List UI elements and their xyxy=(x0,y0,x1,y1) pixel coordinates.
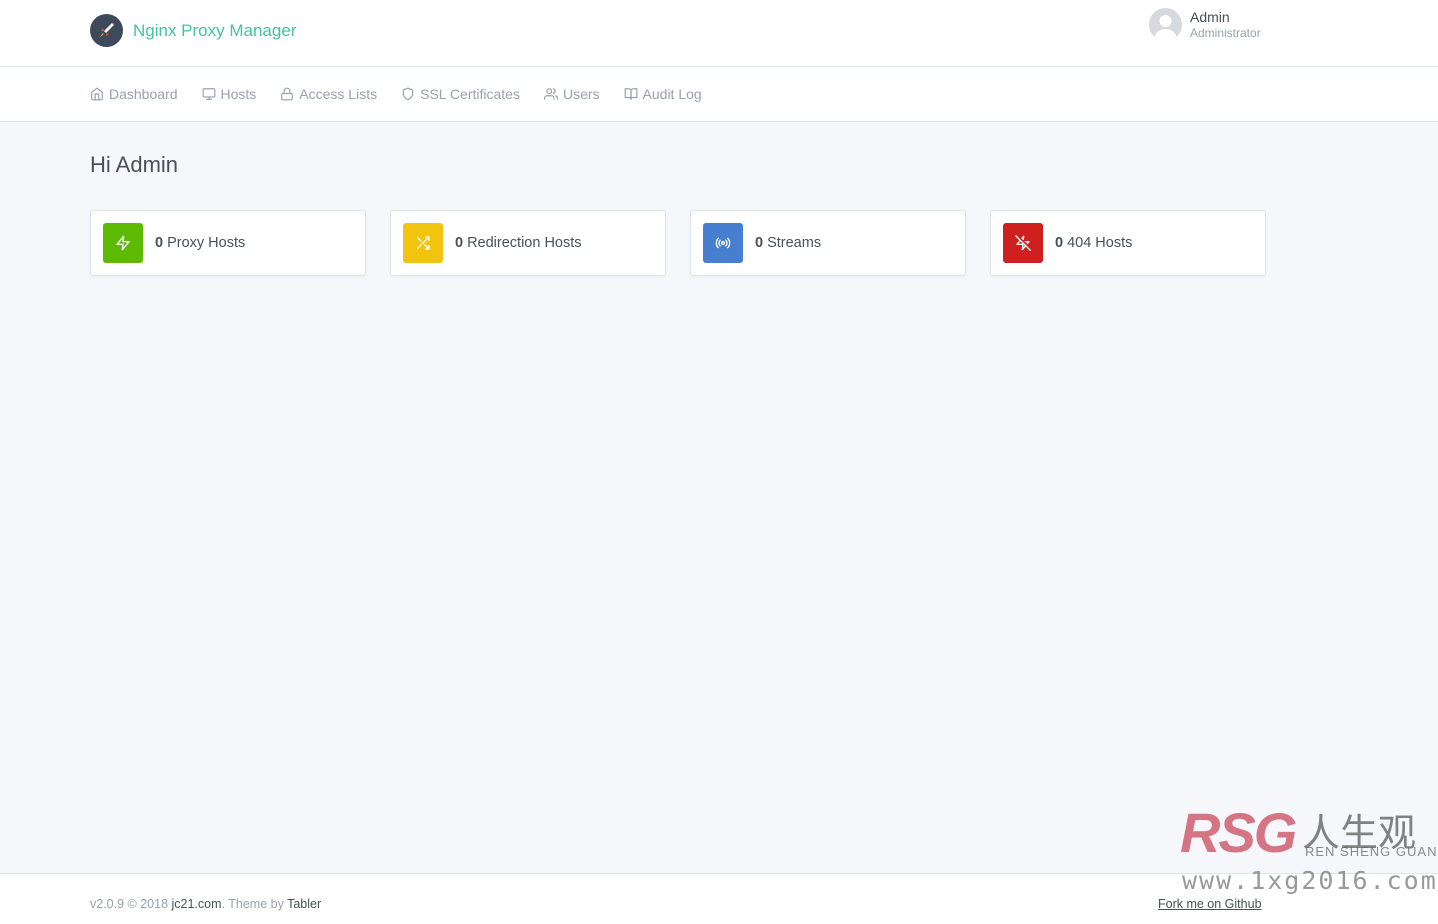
stat-card-proxy-hosts[interactable]: 0 Proxy Hosts xyxy=(90,210,366,276)
nav-item-ssl-certificates[interactable]: SSL Certificates xyxy=(401,86,520,102)
stat-count: 0 xyxy=(755,235,764,251)
nav-label-dashboard: Dashboard xyxy=(109,86,178,102)
stat-card-404-hosts[interactable]: 0 404 Hosts xyxy=(990,210,1266,276)
brand-name[interactable]: Nginx Proxy Manager xyxy=(133,21,296,41)
stat-count: 0 xyxy=(1055,235,1064,251)
stat-label: Proxy Hosts xyxy=(167,235,246,251)
watermark: RSG 人生观 REN SHENG GUAN www.1xg2016.com xyxy=(1180,800,1438,896)
watermark-url: www.1xg2016.com xyxy=(1182,866,1438,895)
footer-copyright: v2.0.9 © 2018 jc21.com. Theme by Tabler xyxy=(90,897,321,911)
nav-label-users: Users xyxy=(562,86,600,102)
shuffle-icon xyxy=(403,223,443,263)
monitor-icon xyxy=(202,88,215,100)
user-menu[interactable]: Admin Administrator xyxy=(1149,8,1261,41)
footer-theme-link[interactable]: Tabler xyxy=(287,897,321,911)
main-nav: Dashboard Hosts Access Lists SSL Certifi… xyxy=(0,67,1438,122)
brand[interactable]: Nginx Proxy Manager xyxy=(90,14,296,47)
nav-label-hosts: Hosts xyxy=(220,86,257,102)
stat-label: Redirection Hosts xyxy=(467,235,582,251)
nav-label-ssl-certificates: SSL Certificates xyxy=(420,86,520,102)
stat-card-redirection-hosts[interactable]: 0 Redirection Hosts xyxy=(390,210,666,276)
nav-item-access-lists[interactable]: Access Lists xyxy=(280,86,377,102)
github-link[interactable]: Fork me on Github xyxy=(1158,897,1262,911)
rocket-logo-icon xyxy=(90,14,123,47)
nav-label-audit-log: Audit Log xyxy=(642,86,702,102)
footer-company-link[interactable]: jc21.com xyxy=(172,897,222,911)
page-title: Hi Admin xyxy=(90,152,179,177)
stat-label: Streams xyxy=(767,235,822,251)
user-role: Administrator xyxy=(1190,25,1261,40)
top-header: Nginx Proxy Manager Admin Administrator xyxy=(0,0,1438,67)
avatar[interactable] xyxy=(1149,8,1182,41)
nav-item-audit-log[interactable]: Audit Log xyxy=(624,86,702,102)
stat-count: 0 xyxy=(455,235,464,251)
nav-item-dashboard[interactable]: Dashboard xyxy=(90,86,178,102)
radio-icon xyxy=(703,223,743,263)
user-name: Admin xyxy=(1190,8,1230,25)
stat-count: 0 xyxy=(155,235,164,251)
nav-item-hosts[interactable]: Hosts xyxy=(202,86,257,102)
footer-theme-prefix: . Theme by xyxy=(221,897,284,911)
nav-item-users[interactable]: Users xyxy=(543,86,600,102)
stat-label: 404 Hosts xyxy=(1067,235,1133,251)
footer-version: v2.0.9 © 2018 xyxy=(90,897,169,911)
shield-icon xyxy=(402,87,414,101)
watermark-pinyin: REN SHENG GUAN xyxy=(1305,844,1438,859)
lock-icon xyxy=(281,87,294,101)
nav-label-access-lists: Access Lists xyxy=(299,86,378,102)
zap-off-icon xyxy=(1003,223,1043,263)
home-icon xyxy=(91,87,103,101)
book-icon xyxy=(624,88,637,100)
watermark-logo: RSG xyxy=(1180,801,1297,864)
zap-icon xyxy=(103,223,143,263)
users-icon xyxy=(543,88,558,100)
stat-card-streams[interactable]: 0 Streams xyxy=(690,210,966,276)
